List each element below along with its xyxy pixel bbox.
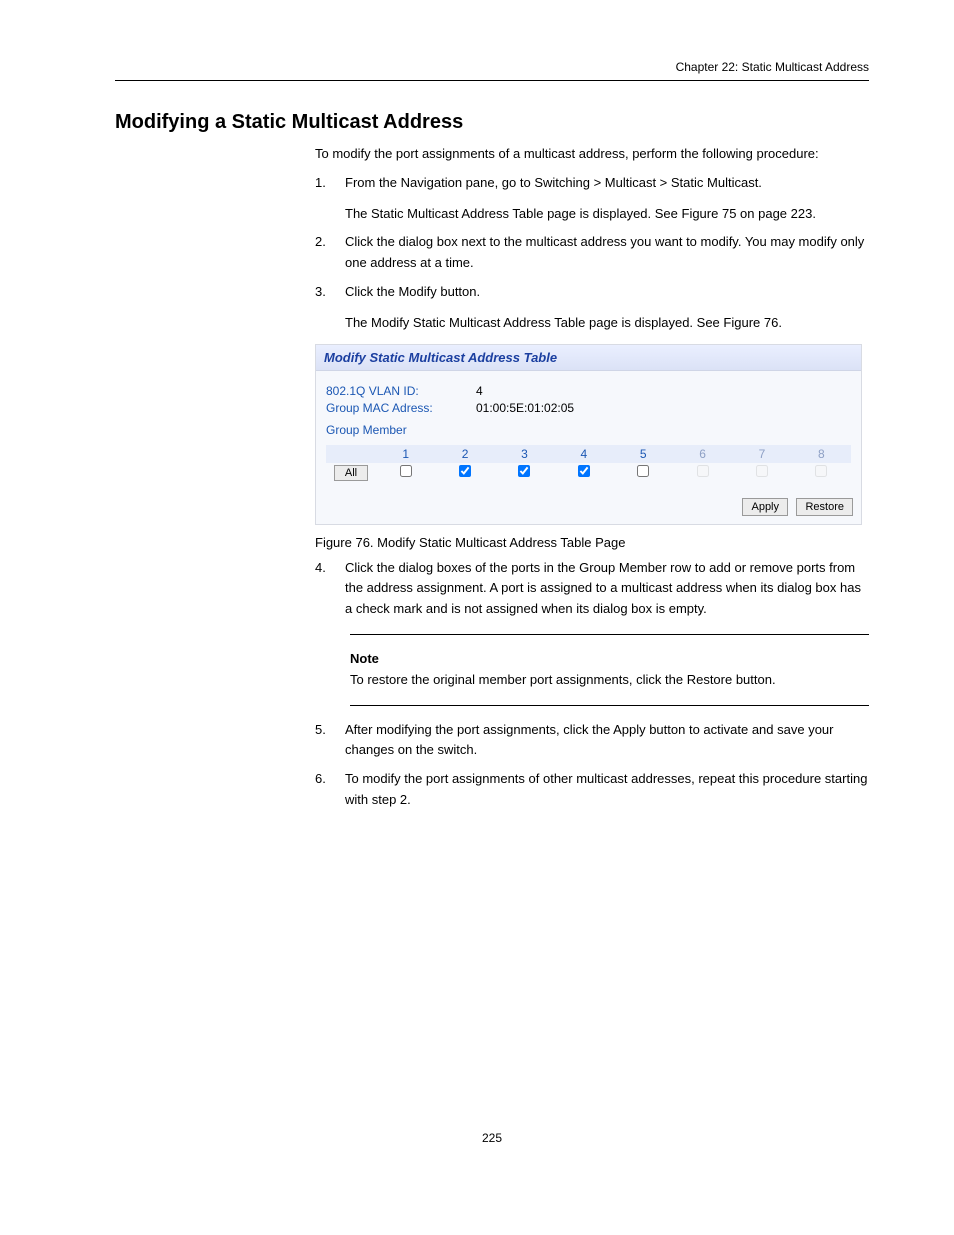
select-all-button[interactable]: All xyxy=(334,465,368,481)
step-6: 6. To modify the port assignments of oth… xyxy=(315,769,869,811)
mac-row: Group MAC Adress: 01:00:5E:01:02:05 xyxy=(326,401,851,415)
vlan-row: 802.1Q VLAN ID: 4 xyxy=(326,384,851,398)
panel-body: 802.1Q VLAN ID: 4 Group MAC Adress: 01:0… xyxy=(316,371,861,489)
port-2-checkbox[interactable] xyxy=(459,465,471,477)
port-header-5: 5 xyxy=(614,445,673,463)
apply-button[interactable]: Apply xyxy=(742,498,788,516)
note-rule-top xyxy=(350,634,869,635)
step-4: 4. Click the dialog boxes of the ports i… xyxy=(315,558,869,620)
header-rule xyxy=(115,80,869,81)
intro-text: To modify the port assignments of a mult… xyxy=(315,144,869,165)
step-number: 5. xyxy=(315,720,335,762)
port-header-4: 4 xyxy=(554,445,613,463)
panel-title: Modify Static Multicast Address Table xyxy=(316,345,861,371)
section-heading: Modifying a Static Multicast Address xyxy=(115,111,869,134)
step-text: Click the dialog box next to the multica… xyxy=(345,232,869,274)
page: Chapter 22: Static Multicast Address Mod… xyxy=(0,0,954,1205)
port-1-checkbox[interactable] xyxy=(400,465,412,477)
step-3: 3. Click the Modify button. The Modify S… xyxy=(315,282,869,334)
step-number: 4. xyxy=(315,558,335,620)
port-header-2: 2 xyxy=(435,445,494,463)
port-7-checkbox xyxy=(756,465,768,477)
note-rule-bottom xyxy=(350,705,869,706)
step-number: 2. xyxy=(315,232,335,274)
group-member-label: Group Member xyxy=(326,423,476,437)
step-text: After modifying the port assignments, cl… xyxy=(345,720,869,762)
vlan-id-value: 4 xyxy=(476,384,483,398)
mac-value: 01:00:5E:01:02:05 xyxy=(476,401,574,415)
step-text: The Modify Static Multicast Address Tabl… xyxy=(345,313,782,334)
modify-multicast-panel: Modify Static Multicast Address Table 80… xyxy=(315,344,862,525)
step-text: Click the Modify button. xyxy=(345,282,782,303)
note-text: To restore the original member port assi… xyxy=(350,672,776,687)
port-3-checkbox[interactable] xyxy=(518,465,530,477)
step-number: 1. xyxy=(315,173,335,225)
step-text: The Static Multicast Address Table page … xyxy=(345,204,816,225)
ports-header-blank xyxy=(326,445,376,463)
port-header-8: 8 xyxy=(792,445,851,463)
step-2: 2. Click the dialog box next to the mult… xyxy=(315,232,869,274)
step-number: 3. xyxy=(315,282,335,334)
ports-member-row: All xyxy=(326,463,851,483)
member-row: Group Member xyxy=(326,423,851,437)
port-header-1: 1 xyxy=(376,445,435,463)
ports-table: 1 2 3 4 5 6 7 8 All xyxy=(326,445,851,483)
note-block: Note To restore the original member port… xyxy=(350,649,869,691)
restore-button[interactable]: Restore xyxy=(796,498,853,516)
port-5-checkbox[interactable] xyxy=(637,465,649,477)
step-text: To modify the port assignments of other … xyxy=(345,769,869,811)
port-header-3: 3 xyxy=(495,445,554,463)
running-header: Chapter 22: Static Multicast Address xyxy=(115,60,869,74)
page-number: 225 xyxy=(115,1131,869,1145)
port-4-checkbox[interactable] xyxy=(578,465,590,477)
port-6-checkbox xyxy=(697,465,709,477)
note-label: Note xyxy=(350,651,379,666)
port-header-7: 7 xyxy=(732,445,791,463)
step-5: 5. After modifying the port assignments,… xyxy=(315,720,869,762)
panel-actions: Apply Restore xyxy=(316,489,861,524)
figure-caption: Figure 76. Modify Static Multicast Addre… xyxy=(315,535,869,550)
vlan-id-label: 802.1Q VLAN ID: xyxy=(326,384,476,398)
step-text: Click the dialog boxes of the ports in t… xyxy=(345,558,869,620)
port-header-6: 6 xyxy=(673,445,732,463)
step-1: 1. From the Navigation pane, go to Switc… xyxy=(315,173,869,225)
mac-label: Group MAC Adress: xyxy=(326,401,476,415)
step-text: From the Navigation pane, go to Switchin… xyxy=(345,173,816,194)
port-8-checkbox xyxy=(815,465,827,477)
step-number: 6. xyxy=(315,769,335,811)
